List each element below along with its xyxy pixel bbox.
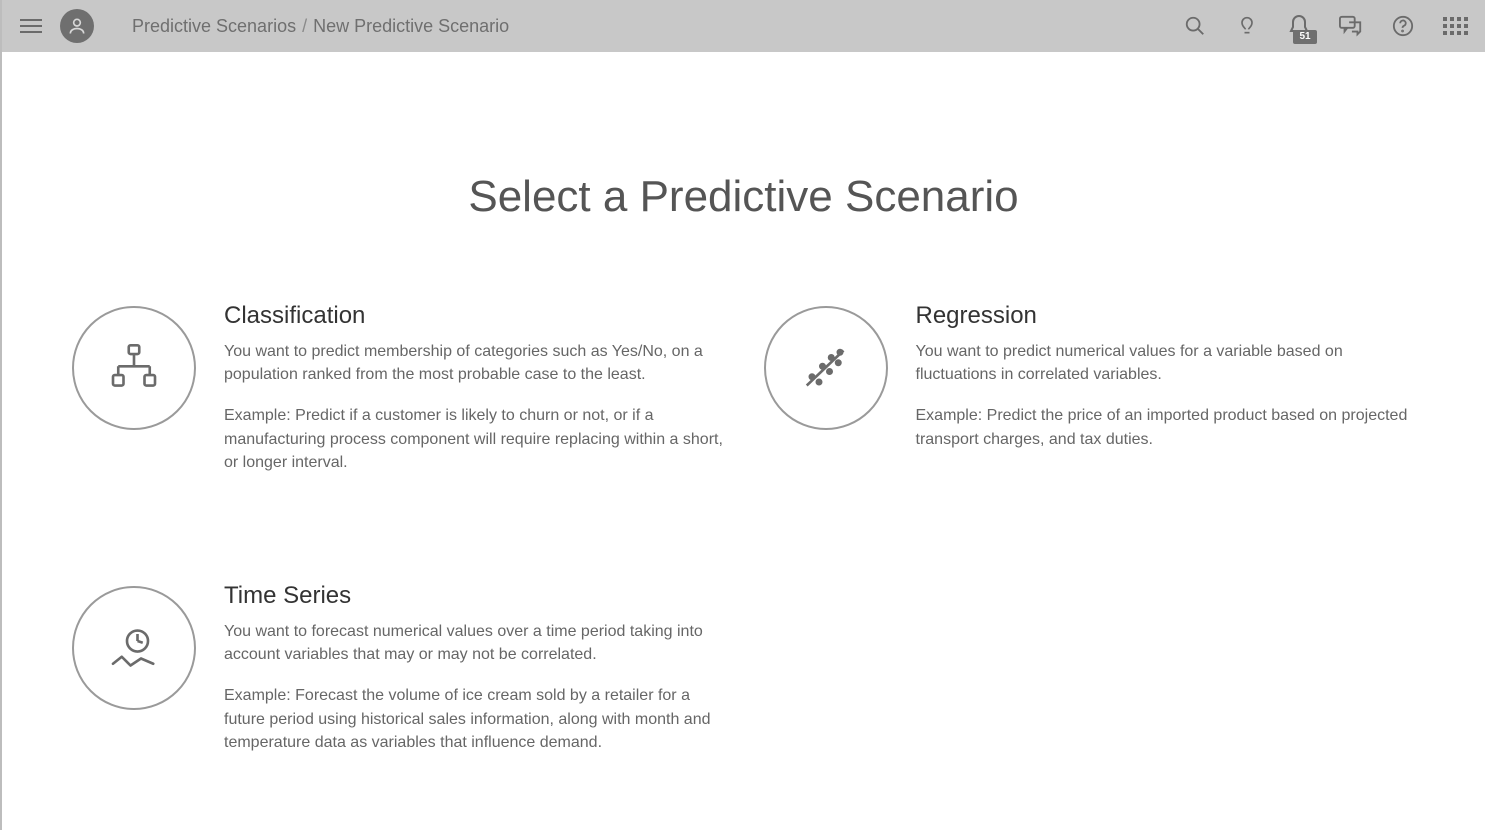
breadcrumb-current: New Predictive Scenario (313, 16, 509, 37)
top-bar: Predictive Scenarios / New Predictive Sc… (2, 0, 1485, 52)
card-title: Classification (224, 302, 724, 330)
apps-button[interactable] (1443, 14, 1467, 38)
page-title: Select a Predictive Scenario (42, 172, 1445, 222)
scenario-card-regression[interactable]: Regression You want to predict numerical… (764, 302, 1416, 492)
discussion-button[interactable] (1339, 14, 1363, 38)
card-title: Regression (916, 302, 1416, 330)
card-title: Time Series (224, 582, 724, 610)
card-example: Example: Predict if a customer is likely… (224, 404, 724, 474)
user-avatar-button[interactable] (60, 9, 94, 43)
timeseries-icon (72, 586, 196, 710)
classification-icon (72, 306, 196, 430)
notification-count-badge: 51 (1293, 30, 1317, 44)
notifications-button[interactable]: 51 (1287, 14, 1311, 38)
discussion-icon (1339, 15, 1363, 37)
lightbulb-icon (1237, 14, 1257, 38)
scenario-card-timeseries[interactable]: Time Series You want to forecast numeric… (72, 582, 724, 772)
breadcrumb: Predictive Scenarios / New Predictive Sc… (132, 16, 509, 37)
help-button[interactable] (1391, 14, 1415, 38)
breadcrumb-separator: / (302, 16, 307, 37)
main-content: Select a Predictive Scenario Classificat… (2, 52, 1485, 802)
regression-icon (764, 306, 888, 430)
scenario-card-classification[interactable]: Classification You want to predict membe… (72, 302, 724, 492)
card-desc: You want to forecast numerical values ov… (224, 620, 724, 666)
person-icon (67, 16, 87, 36)
hint-button[interactable] (1235, 14, 1259, 38)
help-icon (1392, 15, 1414, 37)
search-icon (1184, 15, 1206, 37)
card-desc: You want to predict numerical values for… (916, 340, 1416, 386)
breadcrumb-root[interactable]: Predictive Scenarios (132, 16, 296, 37)
grid-icon (1443, 17, 1468, 35)
card-example: Example: Predict the price of an importe… (916, 404, 1416, 450)
search-button[interactable] (1183, 14, 1207, 38)
scenario-card-grid: Classification You want to predict membe… (42, 302, 1445, 772)
card-desc: You want to predict membership of catego… (224, 340, 724, 386)
menu-icon[interactable] (20, 15, 42, 37)
card-example: Example: Forecast the volume of ice crea… (224, 684, 724, 754)
